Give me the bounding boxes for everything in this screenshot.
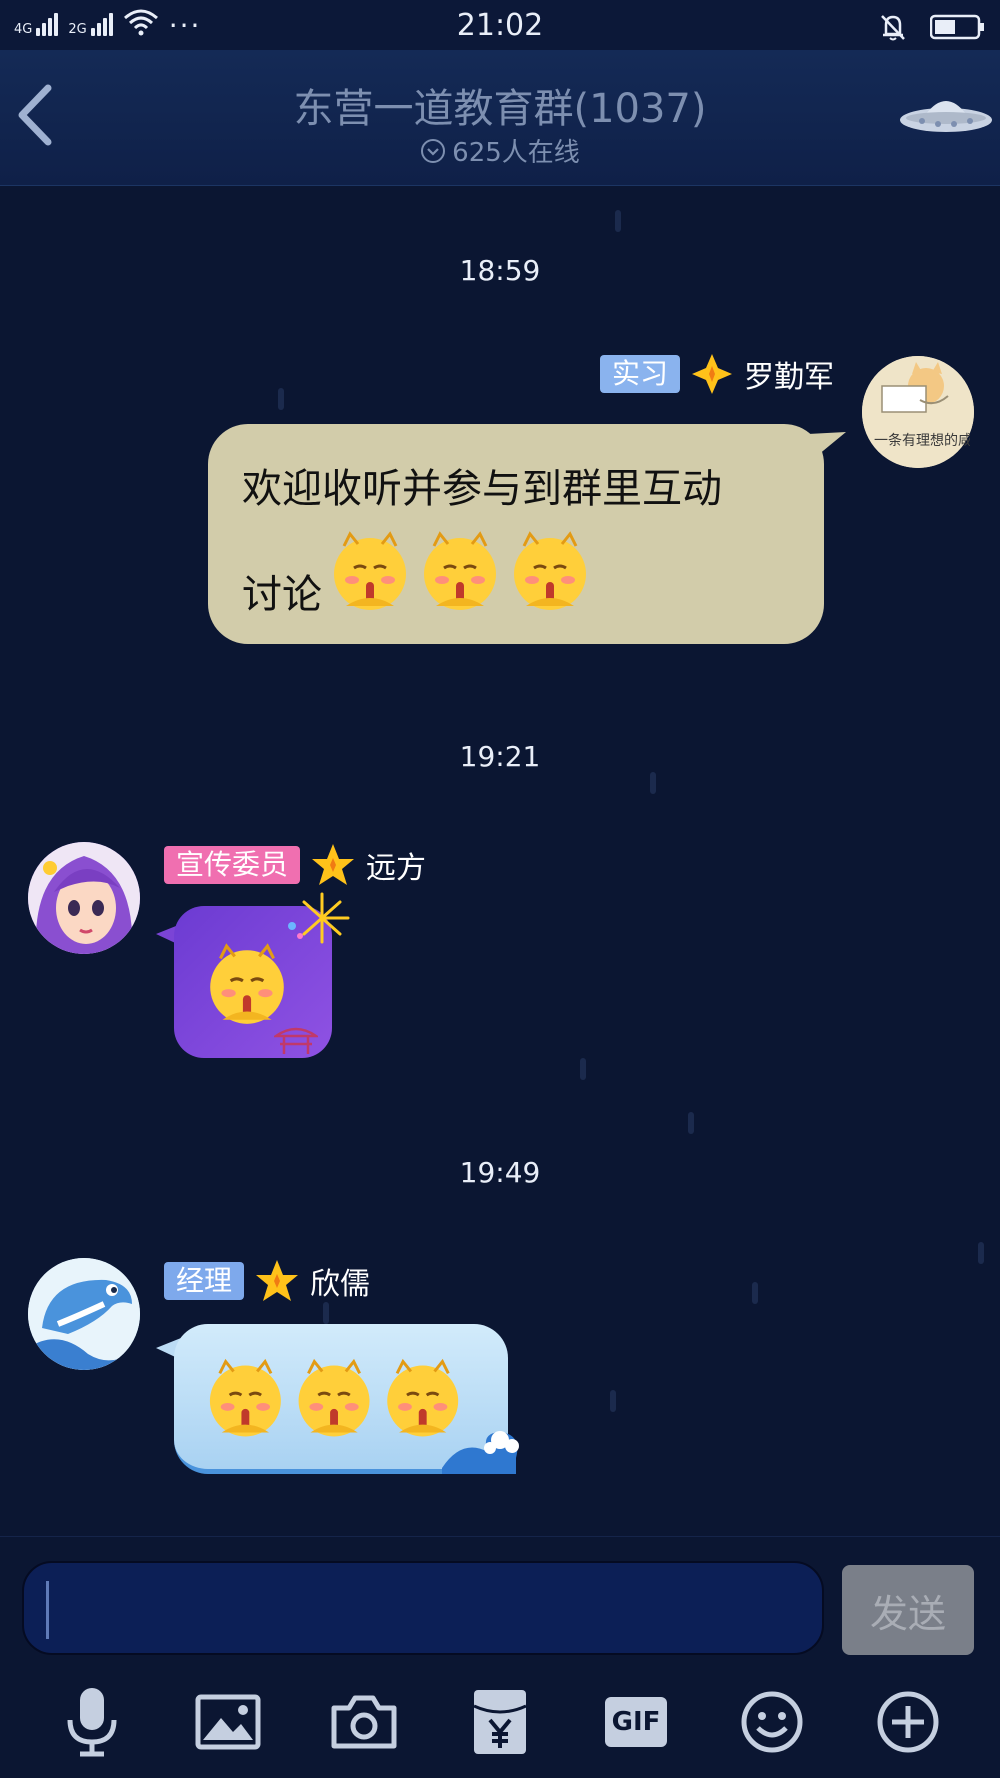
battery-icon bbox=[930, 14, 984, 40]
message-timestamp: 19:21 bbox=[459, 740, 541, 773]
avatar[interactable] bbox=[28, 1258, 140, 1370]
background-speck bbox=[650, 772, 656, 794]
background-speck bbox=[580, 1058, 586, 1080]
message-timestamp: 18:59 bbox=[459, 254, 541, 287]
emoji-group bbox=[334, 531, 586, 610]
background-speck bbox=[752, 1282, 758, 1304]
wave-decoration-icon bbox=[442, 1431, 519, 1474]
gif-label: GIF bbox=[611, 1707, 661, 1737]
message-text-line: 欢迎收听并参与到群里互动 bbox=[242, 466, 722, 512]
background-speck bbox=[278, 388, 284, 410]
plus-circle-icon bbox=[877, 1691, 939, 1753]
bell-muted-icon bbox=[881, 15, 905, 41]
background-speck bbox=[610, 1390, 616, 1412]
background-speck bbox=[323, 1302, 329, 1324]
pavilion-decoration-icon bbox=[274, 1027, 318, 1054]
shy-emoji-icon bbox=[514, 531, 586, 610]
image-button[interactable] bbox=[191, 1685, 265, 1759]
input-toolbar: GIF bbox=[0, 1666, 1000, 1778]
fireworks-decoration-icon bbox=[288, 892, 350, 944]
online-count-label: 625人在线 bbox=[452, 138, 580, 168]
microphone-icon bbox=[67, 1688, 117, 1757]
group-title[interactable]: 东营一道教育群(1037) bbox=[0, 76, 1000, 134]
sender-name[interactable]: 欣儒 bbox=[310, 1259, 370, 1303]
camera-button[interactable] bbox=[327, 1685, 401, 1759]
message-bubble[interactable]: 欢迎收听并参与到群里互动 讨论 bbox=[208, 424, 824, 644]
sender-name[interactable]: 罗勤军 bbox=[744, 352, 834, 396]
text-caret bbox=[46, 1581, 49, 1639]
camera-icon bbox=[331, 1695, 397, 1749]
background-speck bbox=[688, 1112, 694, 1134]
role-badge: 实习 bbox=[599, 355, 680, 393]
role-badge: 宣传委员 bbox=[164, 846, 301, 884]
shy-emoji-icon bbox=[424, 531, 496, 610]
anime-girl-avatar-image bbox=[28, 842, 140, 954]
shy-emoji-icon bbox=[298, 1358, 370, 1437]
red-packet-button[interactable] bbox=[463, 1685, 537, 1759]
chat-header: 东营一道教育群(1037) 625人在线 bbox=[0, 50, 1000, 186]
background-speck bbox=[615, 210, 621, 232]
online-count[interactable]: 625人在线 bbox=[0, 132, 1000, 169]
avatar[interactable] bbox=[28, 842, 140, 954]
smiley-icon bbox=[741, 1691, 803, 1753]
clock: 21:02 bbox=[456, 8, 544, 43]
background-speck bbox=[978, 1242, 984, 1264]
emoji-group bbox=[209, 1358, 459, 1437]
gif-button[interactable]: GIF bbox=[599, 1685, 673, 1759]
message-timestamp: 19:49 bbox=[459, 1156, 541, 1189]
avatar[interactable] bbox=[862, 356, 974, 468]
ufo-menu-icon[interactable] bbox=[898, 88, 994, 140]
shy-emoji-icon bbox=[210, 943, 284, 1024]
input-bar: 发送 bbox=[0, 1536, 1000, 1666]
picture-icon bbox=[195, 1694, 261, 1750]
shy-emoji-icon bbox=[334, 531, 406, 610]
chevron-down-icon bbox=[421, 138, 446, 163]
status-bar: 4G 2G ··· 21:02 bbox=[0, 0, 1000, 50]
avatar-caption: 一条有理想的咸 bbox=[874, 433, 970, 449]
send-button[interactable]: 发送 bbox=[842, 1565, 974, 1655]
star-level-icon bbox=[312, 844, 355, 885]
message-input[interactable] bbox=[22, 1561, 824, 1655]
more-button[interactable] bbox=[871, 1685, 945, 1759]
message-text-line: 讨论 bbox=[242, 572, 322, 618]
shy-emoji-icon bbox=[209, 1358, 281, 1437]
sender-line: 宣传委员 远方 bbox=[164, 842, 426, 888]
emoji-button[interactable] bbox=[735, 1685, 809, 1759]
gif-icon: GIF bbox=[605, 1697, 667, 1747]
sender-line: 经理 欣儒 bbox=[164, 1258, 370, 1304]
status-right bbox=[878, 12, 986, 42]
red-packet-icon bbox=[473, 1690, 527, 1754]
cat-avatar-image bbox=[862, 356, 974, 468]
star-level-icon bbox=[256, 1260, 299, 1301]
role-badge: 经理 bbox=[164, 1262, 245, 1300]
sender-name[interactable]: 远方 bbox=[366, 843, 426, 887]
sparkle-level-icon bbox=[692, 354, 732, 394]
dolphin-avatar-image bbox=[28, 1258, 140, 1370]
sender-line: 实习 罗勤军 bbox=[599, 352, 834, 396]
voice-button[interactable] bbox=[55, 1685, 129, 1759]
